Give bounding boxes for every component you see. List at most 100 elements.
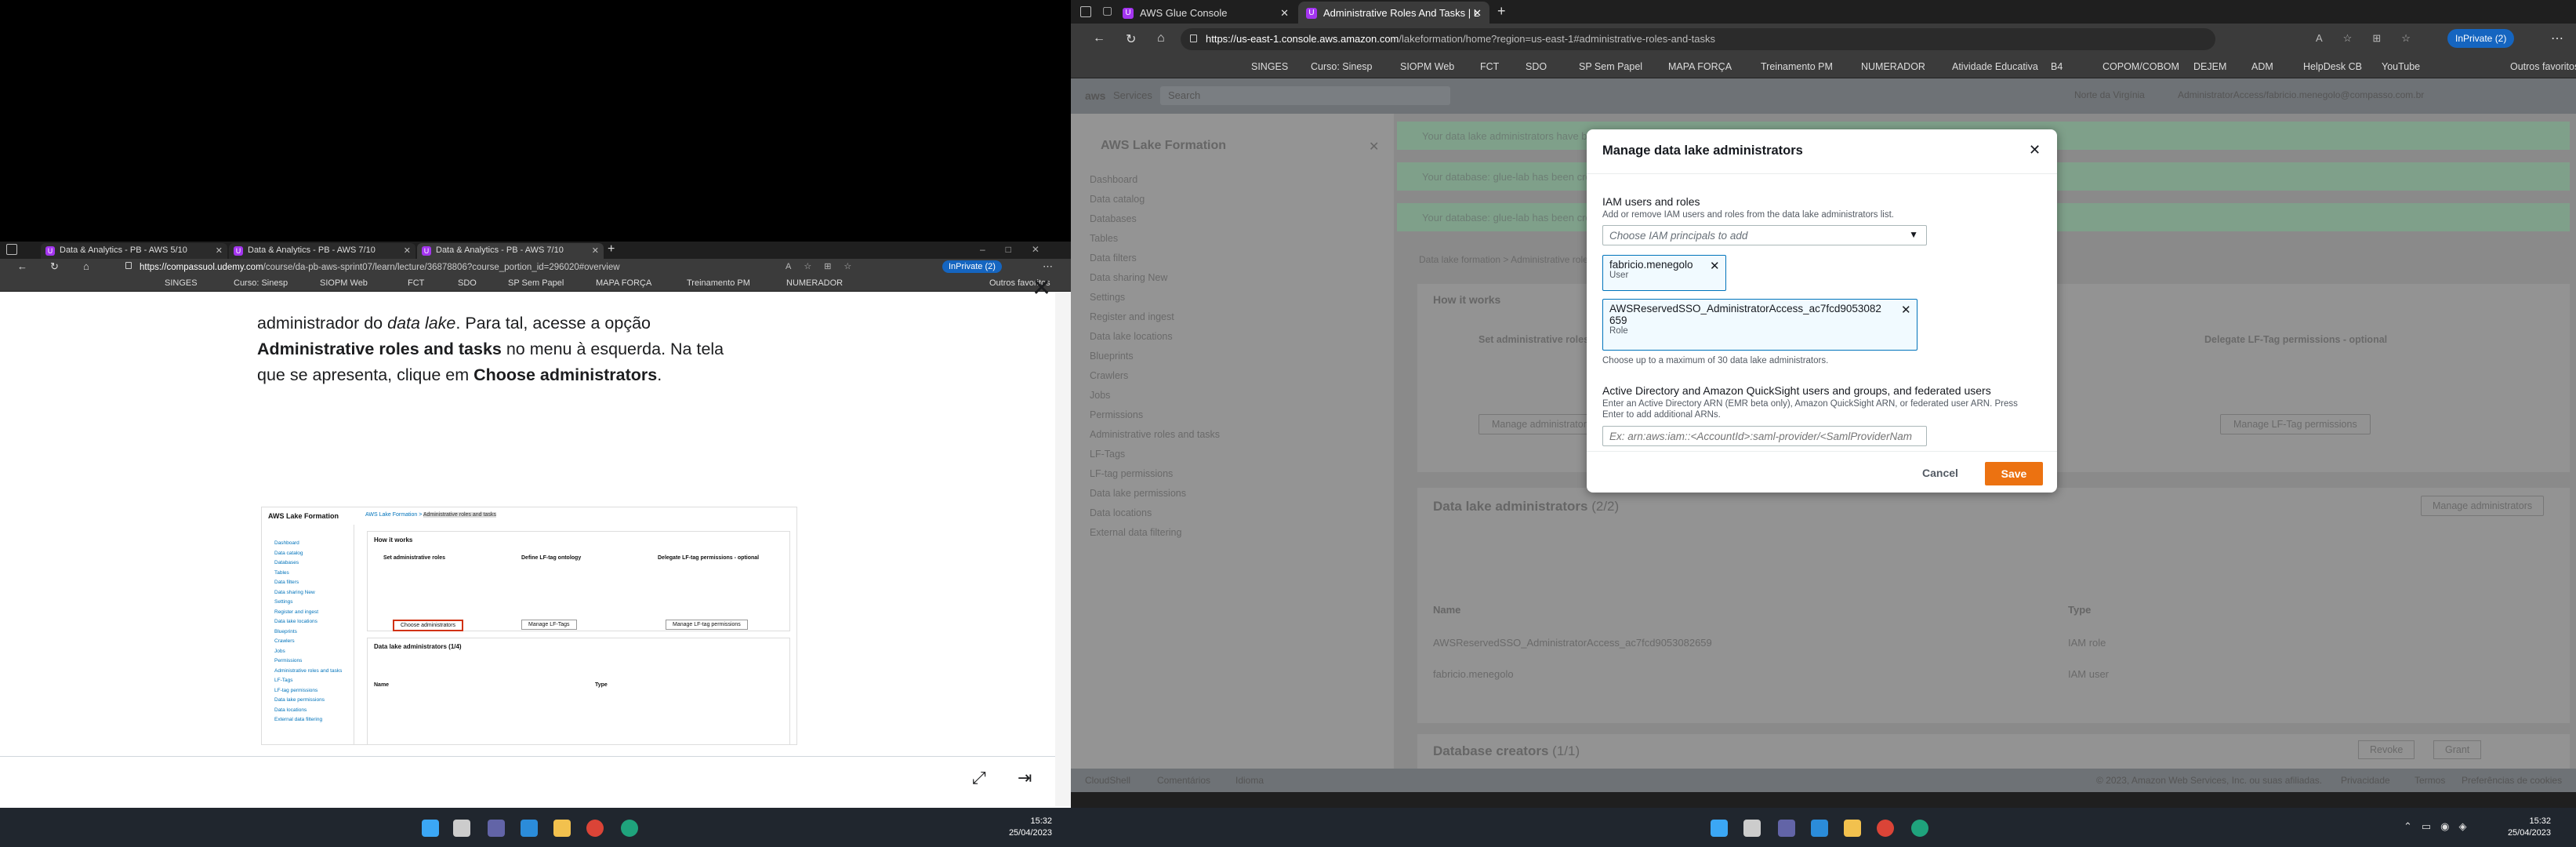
- sidebar-item[interactable]: Permissions: [1090, 405, 1220, 425]
- chrome-icon[interactable]: [586, 820, 604, 837]
- search-icon[interactable]: [453, 820, 470, 837]
- back-tab-icon[interactable]: ▢: [1102, 4, 1112, 17]
- sidebar-item[interactable]: LF-tag permissions: [1090, 464, 1220, 484]
- toolbar-icons[interactable]: A☆⊞☆: [2316, 32, 2431, 45]
- grant-button[interactable]: Grant: [2433, 740, 2482, 759]
- bookmark-singes[interactable]: SINGES: [1251, 61, 1288, 72]
- region-selector[interactable]: Norte da Virgínia: [2074, 89, 2145, 100]
- sidebar-item[interactable]: Blueprints: [1090, 347, 1220, 366]
- sidebar-item[interactable]: Data catalog: [1090, 190, 1220, 209]
- close-tab-icon[interactable]: ✕: [592, 245, 599, 256]
- sidebar-item[interactable]: Data lake permissions: [1090, 484, 1220, 503]
- token-fabricio[interactable]: fabricio.menegolo User ✕: [1602, 255, 1726, 291]
- thumb-sidebar-item[interactable]: Permissions: [274, 656, 354, 667]
- edge-icon[interactable]: [1911, 820, 1928, 837]
- feedback-link[interactable]: Comentários: [1157, 775, 1210, 786]
- new-tab-icon[interactable]: +: [608, 242, 615, 256]
- thumb-sidebar-item[interactable]: Data lake locations: [274, 617, 354, 627]
- tab-actions-icon[interactable]: [1080, 6, 1091, 17]
- services-menu[interactable]: Services: [1113, 89, 1152, 101]
- bookmark-atividade[interactable]: Atividade Educativa: [1952, 61, 2038, 72]
- back-icon[interactable]: ←: [17, 260, 27, 272]
- bookmark-outros[interactable]: Outros favoritos: [2510, 61, 2576, 72]
- bookmark-fct[interactable]: FCT: [408, 278, 424, 288]
- account-menu[interactable]: AdministratorAccess/fabricio.menegolo@co…: [2178, 89, 2424, 100]
- ad-arn-input[interactable]: [1602, 426, 1927, 446]
- thumb-sidebar-item[interactable]: LF-Tags: [274, 676, 354, 686]
- home-icon[interactable]: ⌂: [1157, 31, 1165, 45]
- teams-icon[interactable]: [1778, 820, 1795, 837]
- bookmark-youtube[interactable]: YouTube: [2382, 61, 2420, 72]
- thumb-sidebar-item[interactable]: Data lake permissions: [274, 696, 354, 706]
- right-address-bar[interactable]: https://us-east-1.console.aws.amazon.com…: [1181, 28, 2215, 50]
- sidebar-item[interactable]: External data filtering: [1090, 523, 1220, 543]
- collapse-icon[interactable]: ⇥: [1018, 768, 1032, 788]
- bookmark-helpdesk[interactable]: HelpDesk CB: [2303, 61, 2362, 72]
- bookmark-siopm[interactable]: SIOPM Web: [320, 278, 368, 288]
- search-icon[interactable]: [1743, 820, 1761, 837]
- bookmark-curso[interactable]: Curso: Sinesp: [1311, 61, 1373, 72]
- tab-actions-icon[interactable]: [6, 244, 17, 255]
- vscode-icon[interactable]: [521, 820, 538, 837]
- left-tab-3[interactable]: U Data & Analytics - PB - AWS 7/10 ✕: [417, 243, 604, 259]
- bookmark-siopm[interactable]: SIOPM Web: [1400, 61, 1454, 72]
- cancel-button[interactable]: Cancel: [1922, 467, 1958, 479]
- bookmark-numerador[interactable]: NUMERADOR: [786, 278, 843, 288]
- sidebar-item[interactable]: Administrative roles and tasks: [1090, 425, 1220, 445]
- terms-link[interactable]: Termos: [2415, 775, 2445, 786]
- thumb-sidebar-item[interactable]: LF-tag permissions: [274, 686, 354, 696]
- expand-icon[interactable]: ⤢: [972, 768, 986, 788]
- manage-lftag-perm-button[interactable]: Manage LF-Tag permissions: [2220, 414, 2371, 434]
- left-tab-2[interactable]: U Data & Analytics - PB - AWS 7/10 ✕: [229, 243, 415, 259]
- bookmark-treinamento[interactable]: Treinamento PM: [687, 278, 750, 288]
- folder-icon[interactable]: [1844, 820, 1861, 837]
- toolbar-icons[interactable]: A☆⊞☆: [785, 261, 864, 271]
- cloudshell-link[interactable]: CloudShell: [1085, 775, 1130, 786]
- inprivate-badge[interactable]: InPrivate (2): [2447, 29, 2515, 48]
- table-row[interactable]: fabricio.menegolo: [1433, 668, 1514, 680]
- sidebar-item[interactable]: Jobs: [1090, 386, 1220, 405]
- left-tab-1[interactable]: U Data & Analytics - PB - AWS 5/10 ✕: [41, 243, 227, 259]
- iam-principals-select[interactable]: Choose IAM principals to add ▼: [1602, 225, 1927, 245]
- thumb-sidebar-item[interactable]: Administrative roles and tasks: [274, 667, 354, 677]
- left-scrollbar[interactable]: [1055, 292, 1071, 806]
- aws-logo[interactable]: aws: [1085, 89, 1105, 102]
- thumb-sidebar-item[interactable]: Data filters: [274, 578, 354, 588]
- bookmark-sp[interactable]: SP Sem Papel: [1579, 61, 1642, 72]
- bookmark-b4[interactable]: B4: [2051, 61, 2063, 72]
- manage-admins-button[interactable]: Manage administrators: [1478, 414, 1605, 434]
- edge-icon[interactable]: [621, 820, 638, 837]
- back-icon[interactable]: ←: [1093, 31, 1105, 45]
- system-tray-icons[interactable]: ⌃▭◉◈: [2404, 820, 2476, 833]
- thumb-sidebar-item[interactable]: Crawlers: [274, 637, 354, 647]
- sidebar-item[interactable]: Settings: [1090, 288, 1220, 307]
- thumb-sidebar-item[interactable]: Dashboard: [274, 539, 354, 549]
- save-button[interactable]: Save: [1985, 462, 2043, 485]
- close-sidebar-icon[interactable]: ✕: [1369, 139, 1379, 154]
- chrome-icon[interactable]: [1877, 820, 1894, 837]
- thumb-sidebar-item[interactable]: External data filtering: [274, 715, 354, 725]
- sidebar-item[interactable]: Data locations: [1090, 503, 1220, 523]
- bookmark-copom[interactable]: COPOM/COBOM: [2103, 61, 2179, 72]
- close-icon[interactable]: ✕: [1032, 274, 1051, 302]
- thumb-sidebar-item[interactable]: Blueprints: [274, 627, 354, 638]
- bookmark-adm[interactable]: ADM: [2251, 61, 2273, 72]
- bookmark-fct[interactable]: FCT: [1480, 61, 1499, 72]
- sidebar-item[interactable]: Data filters: [1090, 249, 1220, 268]
- cookies-link[interactable]: Preferências de cookies: [2462, 775, 2562, 786]
- bookmark-sp[interactable]: SP Sem Papel: [508, 278, 564, 288]
- bookmark-sdo[interactable]: SDO: [1526, 61, 1547, 72]
- language-link[interactable]: Idioma: [1235, 775, 1264, 786]
- bookmark-dejem[interactable]: DEJEM: [2193, 61, 2226, 72]
- sidebar-item[interactable]: Data lake locations: [1090, 327, 1220, 347]
- teams-icon[interactable]: [488, 820, 505, 837]
- folder-icon[interactable]: [553, 820, 571, 837]
- bookmark-numerador[interactable]: NUMERADOR: [1861, 61, 1925, 72]
- bookmark-sinesp[interactable]: SINGES: [165, 278, 198, 288]
- windows-start-icon[interactable]: [1711, 820, 1728, 837]
- console-search[interactable]: Search: [1160, 86, 1450, 105]
- sidebar-item[interactable]: Tables: [1090, 229, 1220, 249]
- thumb-sidebar-item[interactable]: Jobs: [274, 647, 354, 657]
- thumb-sidebar-item[interactable]: Settings: [274, 598, 354, 608]
- window-controls[interactable]: –□✕: [980, 244, 1060, 255]
